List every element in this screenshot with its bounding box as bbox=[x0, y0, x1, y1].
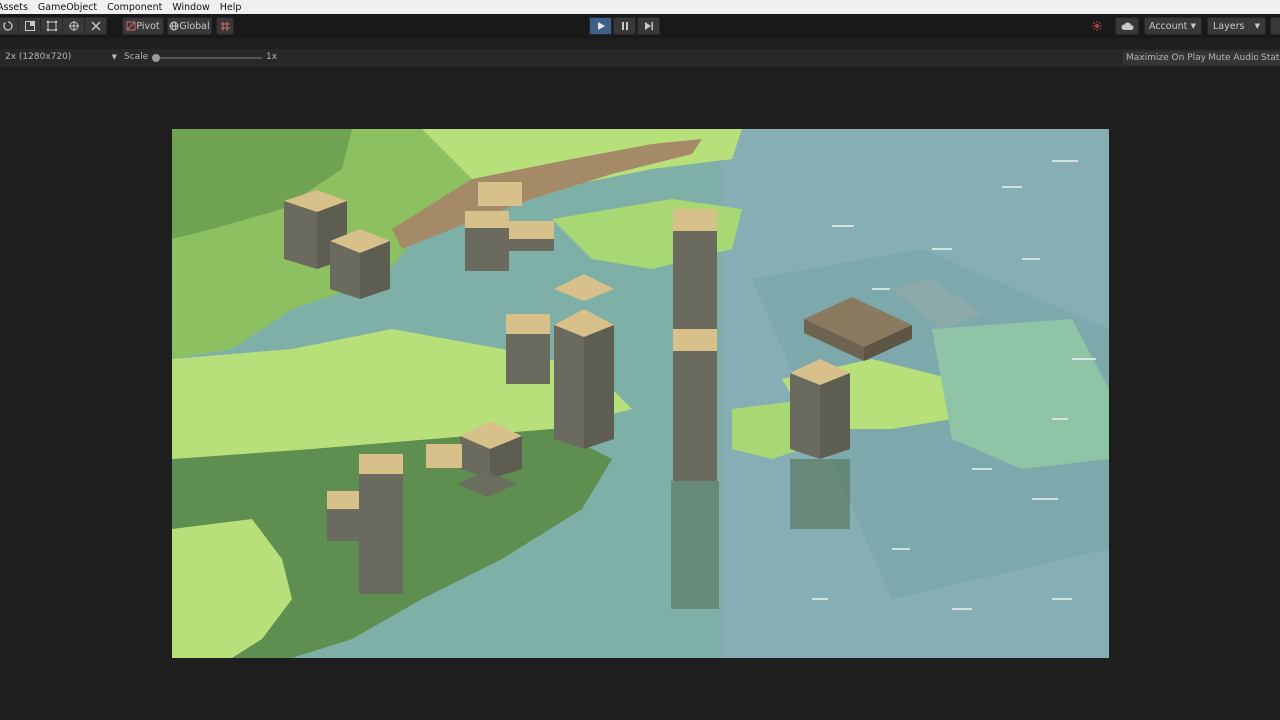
cloud-icon bbox=[1120, 22, 1133, 30]
layers-dropdown[interactable]: Layers ▼ bbox=[1207, 17, 1266, 35]
globe-icon bbox=[169, 21, 179, 31]
pillar-right bbox=[790, 359, 850, 529]
play-button[interactable] bbox=[589, 17, 612, 35]
transform-tools bbox=[0, 17, 107, 35]
transform-tool-icon[interactable] bbox=[62, 17, 85, 35]
main-toolbar: Pivot Global Account ▼ Layers ▼ bbox=[0, 14, 1280, 38]
chevron-down-icon: ▼ bbox=[1190, 22, 1196, 30]
pillar-tall bbox=[671, 209, 719, 609]
mute-audio-toggle[interactable]: Mute Audio bbox=[1205, 51, 1262, 65]
game-view-toolbar: 2x (1280x720) ▼ Scale 1x Maximize On Pla… bbox=[0, 49, 1280, 67]
global-toggle[interactable]: Global bbox=[167, 17, 212, 35]
grid-snap-button[interactable] bbox=[216, 17, 234, 35]
pause-icon bbox=[621, 22, 628, 30]
step-button[interactable] bbox=[637, 17, 660, 35]
menu-window[interactable]: Window bbox=[167, 2, 214, 13]
pivot-toggle[interactable]: Pivot bbox=[122, 17, 164, 35]
pause-button[interactable] bbox=[613, 17, 636, 35]
menu-help[interactable]: Help bbox=[215, 2, 247, 13]
custom-tool-icon[interactable] bbox=[84, 17, 107, 35]
pivot-label: Pivot bbox=[136, 20, 160, 32]
menu-bar: Assets GameObject Component Window Help bbox=[0, 0, 1280, 14]
rect-tool-icon[interactable] bbox=[40, 17, 63, 35]
scale-slider-track[interactable] bbox=[154, 57, 262, 59]
account-label: Account bbox=[1149, 20, 1188, 32]
resolution-label: 2x (1280x720) bbox=[5, 52, 72, 62]
menu-gameobject[interactable]: GameObject bbox=[33, 2, 102, 13]
scale-tool-icon[interactable] bbox=[18, 17, 41, 35]
stats-toggle[interactable]: Stats bbox=[1258, 51, 1280, 65]
play-icon bbox=[597, 22, 605, 30]
scale-label: Scale bbox=[124, 52, 149, 62]
layout-dropdown[interactable] bbox=[1270, 17, 1280, 35]
maximize-on-play-toggle[interactable]: Maximize On Play bbox=[1123, 51, 1209, 65]
cloud-button[interactable] bbox=[1115, 17, 1139, 35]
step-icon bbox=[644, 22, 653, 30]
chevron-down-icon: ▼ bbox=[1254, 22, 1260, 30]
collab-button[interactable] bbox=[1087, 17, 1107, 35]
scale-slider-handle[interactable] bbox=[152, 54, 160, 62]
chevron-down-icon: ▼ bbox=[111, 53, 117, 61]
rotate-tool-icon[interactable] bbox=[0, 17, 19, 35]
menu-component[interactable]: Component bbox=[102, 2, 167, 13]
game-scene bbox=[172, 129, 1109, 658]
playmode-controls bbox=[589, 17, 661, 35]
pivot-icon bbox=[126, 21, 136, 31]
collab-icon bbox=[1092, 21, 1102, 31]
grid-snap-icon bbox=[220, 21, 230, 31]
global-label: Global bbox=[179, 20, 210, 32]
resolution-dropdown[interactable]: 2x (1280x720) ▼ bbox=[5, 52, 117, 62]
menu-assets[interactable]: Assets bbox=[0, 2, 33, 13]
scale-value: 1x bbox=[266, 52, 278, 62]
account-dropdown[interactable]: Account ▼ bbox=[1144, 17, 1202, 35]
layers-label: Layers bbox=[1213, 20, 1245, 32]
game-viewport[interactable] bbox=[172, 129, 1109, 658]
